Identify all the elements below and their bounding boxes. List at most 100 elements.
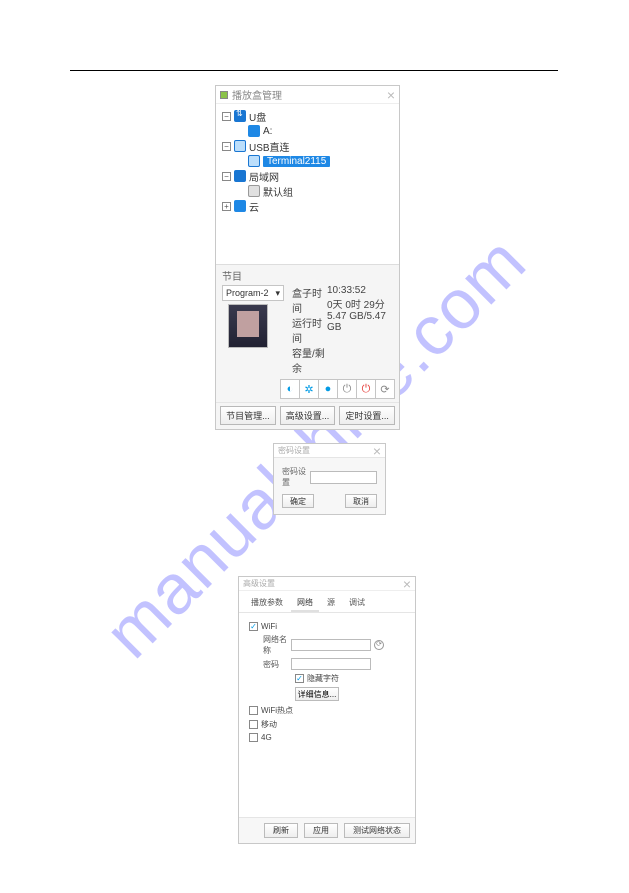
label-capacity: 容量/剩余 xyxy=(292,345,327,375)
network-name-input[interactable] xyxy=(291,639,371,651)
checkbox-icon: ✓ xyxy=(249,622,258,631)
window-title: 密码设置 xyxy=(278,445,310,456)
clock-icon[interactable]: ◐ xyxy=(280,379,300,399)
loading-icon[interactable]: ⟳ xyxy=(375,379,395,399)
program-management-button[interactable]: 节目管理... xyxy=(220,406,276,425)
titlebar: 高级设置 × xyxy=(239,577,415,591)
drive-icon xyxy=(248,125,260,137)
password-label: 密码设置 xyxy=(282,466,310,488)
close-icon[interactable]: × xyxy=(403,578,411,590)
value-box-time: 10:33:52 xyxy=(327,285,393,296)
app-icon xyxy=(220,91,228,99)
hide-chars-label: 隐藏字符 xyxy=(307,673,339,684)
value-capacity: 5.47 GB/5.47 GB xyxy=(327,311,393,333)
titlebar: 密码设置 × xyxy=(274,444,385,458)
tree-node-usb[interactable]: − U盘 xyxy=(222,109,395,123)
network-name-row: 网络名称 ⟳ xyxy=(263,634,405,656)
tree-label: U盘 xyxy=(249,109,266,124)
play-icon[interactable]: ● xyxy=(318,379,338,399)
bottom-buttons: 节目管理... 高级设置... 定时设置... xyxy=(216,402,399,429)
brightness-icon[interactable]: ✲ xyxy=(299,379,319,399)
wifi-hotspot-checkbox[interactable]: WiFi热点 xyxy=(249,705,405,716)
refresh-button[interactable]: 刷新 xyxy=(264,823,298,838)
device-tree: − U盘 A: − USB直连 Terminal2115 − 局域网 默认组 xyxy=(216,104,399,264)
network-icon xyxy=(234,170,246,182)
checkbox-icon: ✓ xyxy=(295,674,304,683)
hide-chars-checkbox[interactable]: ✓ 隐藏字符 xyxy=(295,673,405,684)
tab-source[interactable]: 源 xyxy=(321,595,341,612)
test-network-button[interactable]: 测试网络状态 xyxy=(344,823,410,838)
power-off-icon[interactable]: ⏻ xyxy=(356,379,376,399)
tab-bar: 播放参数 网络 源 调试 xyxy=(239,591,415,613)
tab-debug[interactable]: 调试 xyxy=(343,595,371,612)
close-icon[interactable]: × xyxy=(387,89,395,101)
advanced-settings-window: 高级设置 × 播放参数 网络 源 调试 ✓ WiFi 网络名称 ⟳ 密码 ✓ 隐… xyxy=(238,576,416,844)
password-dialog: 密码设置 × 密码设置 确定 取消 xyxy=(273,443,386,515)
playbox-manager-window: 播放盒管理 × − U盘 A: − USB直连 Terminal2115 − 局… xyxy=(215,85,400,430)
tree-label: 云 xyxy=(249,199,259,214)
tree-label: 局域网 xyxy=(249,169,279,184)
footer-buttons: 刷新 应用 测试网络状态 xyxy=(239,817,415,843)
collapse-icon[interactable]: − xyxy=(222,112,231,121)
wifi-checkbox[interactable]: ✓ WiFi xyxy=(249,622,405,631)
tree-node-usb-direct[interactable]: − USB直连 xyxy=(222,139,395,153)
refresh-icon[interactable]: ⟳ xyxy=(374,640,384,650)
wifi-label: WiFi xyxy=(261,622,277,631)
tree-node-terminal[interactable]: Terminal2115 xyxy=(222,154,395,168)
group-icon xyxy=(248,185,260,197)
label-run-time: 运行时间 xyxy=(292,315,327,345)
password-input[interactable] xyxy=(310,471,377,484)
checkbox-icon xyxy=(249,720,258,729)
advanced-settings-button[interactable]: 高级设置... xyxy=(280,406,336,425)
power-icon[interactable]: ⏻ xyxy=(337,379,357,399)
value-run-time: 0天 0时 29分 xyxy=(327,296,393,311)
timer-settings-button[interactable]: 定时设置... xyxy=(339,406,395,425)
details-button[interactable]: 详细信息... xyxy=(295,687,339,701)
close-icon[interactable]: × xyxy=(373,445,381,457)
program-thumbnail xyxy=(228,304,268,348)
tree-label: USB直连 xyxy=(249,139,290,154)
tree-node-drive-a[interactable]: A: xyxy=(222,124,395,138)
window-title: 高级设置 xyxy=(243,578,275,589)
password-label: 密码 xyxy=(263,659,291,670)
password-input[interactable] xyxy=(291,658,371,670)
network-name-label: 网络名称 xyxy=(263,634,291,656)
cancel-button[interactable]: 取消 xyxy=(345,494,377,508)
tree-label: A: xyxy=(263,126,272,137)
collapse-icon[interactable]: − xyxy=(222,142,231,151)
tree-node-default-group[interactable]: 默认组 xyxy=(222,184,395,198)
chevron-down-icon: ▾ xyxy=(275,288,280,299)
tree-node-cloud[interactable]: + 云 xyxy=(222,199,395,213)
checkbox-icon xyxy=(249,733,258,742)
tab-network[interactable]: 网络 xyxy=(291,595,319,612)
program-select-value: Program-2 xyxy=(226,288,269,298)
mobile-label: 移动 xyxy=(261,719,277,730)
program-select[interactable]: Program-2 ▾ xyxy=(222,285,284,301)
info-row: Program-2 ▾ 盒子时间 运行时间 容量/剩余 10:33:52 0天 … xyxy=(216,283,399,377)
checkbox-icon xyxy=(249,706,258,715)
cloud-icon xyxy=(234,200,246,212)
usb-icon xyxy=(234,110,246,122)
password-row: 密码 xyxy=(263,658,405,670)
titlebar: 播放盒管理 × xyxy=(216,86,399,104)
tree-node-lan[interactable]: − 局域网 xyxy=(222,169,395,183)
window-title: 播放盒管理 xyxy=(232,87,282,102)
page-top-rule xyxy=(70,70,558,71)
ok-button[interactable]: 确定 xyxy=(282,494,314,508)
tree-label-selected: Terminal2115 xyxy=(263,156,330,167)
collapse-icon[interactable]: − xyxy=(222,172,231,181)
program-section-label: 节目 xyxy=(216,264,399,283)
fourg-checkbox[interactable]: 4G xyxy=(249,733,405,742)
monitor-icon xyxy=(234,140,246,152)
expand-icon[interactable]: + xyxy=(222,202,231,211)
wifi-hotspot-label: WiFi热点 xyxy=(261,705,293,716)
mobile-checkbox[interactable]: 移动 xyxy=(249,719,405,730)
password-field-row: 密码设置 xyxy=(282,466,377,488)
fourg-label: 4G xyxy=(261,733,272,742)
monitor-icon xyxy=(248,155,260,167)
label-box-time: 盒子时间 xyxy=(292,285,327,315)
tree-label: 默认组 xyxy=(263,184,293,199)
tab-play-params[interactable]: 播放参数 xyxy=(245,595,289,612)
toolbar-icons: ◐ ✲ ● ⏻ ⏻ ⟳ xyxy=(216,377,399,402)
apply-button[interactable]: 应用 xyxy=(304,823,338,838)
